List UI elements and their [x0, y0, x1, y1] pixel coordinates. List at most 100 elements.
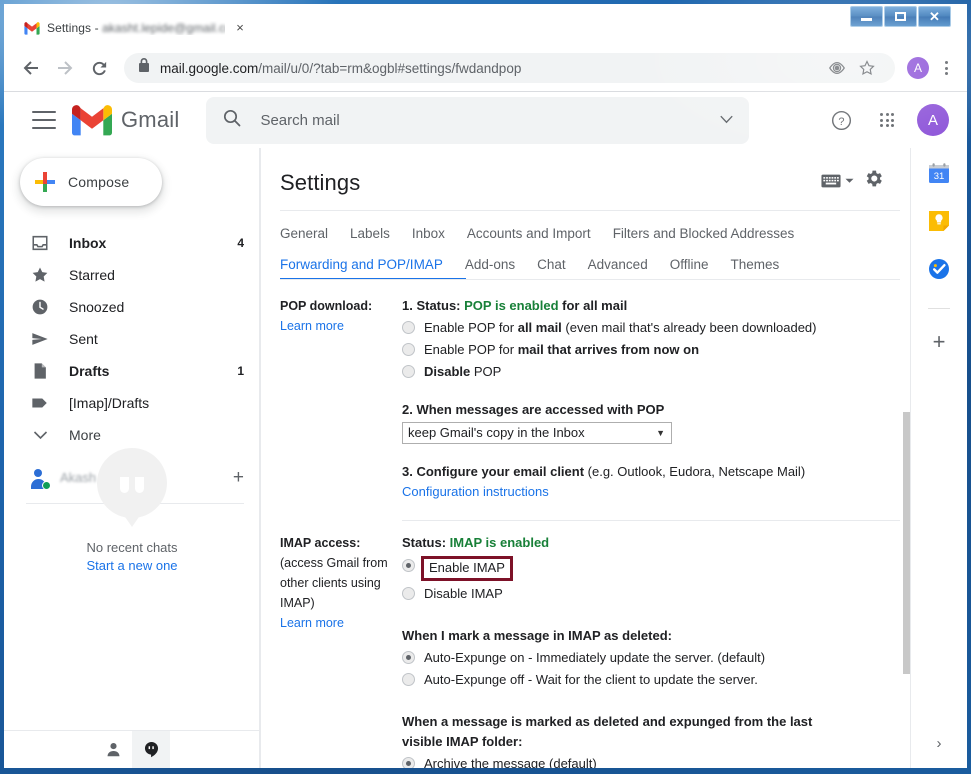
sidebar-item-more[interactable]: More	[4, 419, 260, 451]
gmail-logo-text: Gmail	[121, 107, 180, 132]
pop-option-text: Enable POP for all mail (even mail that'…	[424, 320, 817, 335]
tab-advanced[interactable]: Advanced	[588, 251, 648, 278]
chat-bubble-icon	[97, 448, 167, 527]
sidebar-item-imap-drafts[interactable]: [Imap]/Drafts	[4, 387, 260, 419]
imap-section-label: IMAP access: (access Gmail from other cl…	[280, 533, 402, 768]
tab-offline[interactable]: Offline	[670, 251, 709, 278]
imap-folder-heading-line2: visible IMAP folder:	[402, 734, 523, 749]
help-icon[interactable]: ?	[821, 100, 861, 140]
tab-filters-and-blocked-addresses[interactable]: Filters and Blocked Addresses	[613, 220, 795, 247]
sidebar-label: Sent	[69, 331, 98, 347]
radio-icon[interactable]	[402, 651, 415, 664]
browser-profile-avatar[interactable]: A	[907, 57, 929, 79]
imap-label: IMAP access:	[280, 536, 361, 550]
chat-contacts-tab[interactable]	[94, 731, 132, 769]
sidebar-item-starred[interactable]: Starred	[4, 259, 260, 291]
radio-icon[interactable]	[402, 673, 415, 686]
sidebar-item-sent[interactable]: Sent	[4, 323, 260, 355]
imap-learn-more-link[interactable]: Learn more	[280, 613, 402, 633]
input-tools-button[interactable]	[821, 174, 854, 188]
imap-sub-line-3: IMAP)	[280, 596, 315, 610]
sidebar-item-drafts[interactable]: Drafts 1	[4, 355, 260, 387]
settings-tabs-row-1: General Labels Inbox Accounts and Import…	[260, 220, 910, 247]
pop-access-select[interactable]: keep Gmail's copy in the Inbox ▼	[402, 422, 672, 444]
add-app-button[interactable]: +	[933, 331, 946, 353]
chat-hangouts-tab[interactable]	[132, 730, 170, 768]
sidebar-item-snoozed[interactable]: Snoozed	[4, 291, 260, 323]
imap-option-enable[interactable]: Enable IMAP	[402, 556, 910, 581]
imap-expunge-on[interactable]: Auto-Expunge on - Immediately update the…	[402, 648, 910, 668]
gmail-logo[interactable]: Gmail	[72, 104, 180, 136]
bookmark-star-icon[interactable]	[853, 54, 881, 82]
radio-icon[interactable]	[402, 365, 415, 378]
tab-close-icon[interactable]: ×	[232, 20, 248, 36]
tab-chat[interactable]: Chat	[537, 251, 566, 278]
tab-labels[interactable]: Labels	[350, 220, 390, 247]
tab-general[interactable]: General	[280, 220, 328, 247]
search-bar[interactable]	[206, 96, 750, 144]
imap-expunge-option-text: Auto-Expunge off - Wait for the client t…	[424, 672, 758, 687]
chevron-down-icon: ▼	[656, 428, 665, 438]
browser-tab[interactable]: Settings - akasht.lepide@gmail.co ×	[16, 12, 256, 44]
apps-grid-icon[interactable]	[867, 100, 907, 140]
chat-empty-title: No recent chats	[86, 540, 178, 555]
imap-expunge-off[interactable]: Auto-Expunge off - Wait for the client t…	[402, 670, 910, 690]
radio-icon[interactable]	[402, 559, 415, 572]
section-divider	[402, 520, 900, 521]
radio-icon[interactable]	[402, 343, 415, 356]
radio-icon[interactable]	[402, 587, 415, 600]
google-calendar-icon[interactable]: 31	[928, 162, 950, 184]
google-keep-icon[interactable]	[928, 210, 950, 232]
configuration-instructions-link[interactable]: Configuration instructions	[402, 482, 910, 502]
reading-mode-icon[interactable]	[823, 54, 851, 82]
imap-sub-line-2: other clients using	[280, 576, 381, 590]
back-button[interactable]	[14, 51, 48, 85]
account-avatar[interactable]: A	[917, 104, 949, 136]
sidebar-count: 1	[237, 364, 244, 378]
browser-menu-button[interactable]	[935, 61, 957, 75]
clock-icon	[30, 297, 50, 317]
settings-gear-button[interactable]	[863, 168, 884, 194]
reload-icon	[92, 61, 106, 75]
rail-divider	[928, 308, 950, 309]
forward-button[interactable]	[48, 51, 82, 85]
label-icon	[30, 393, 50, 413]
lock-icon	[138, 58, 150, 78]
tab-add-ons[interactable]: Add-ons	[465, 251, 515, 278]
radio-icon[interactable]	[402, 321, 415, 334]
pop-step2-label: 2. When messages are accessed with POP	[402, 402, 665, 417]
address-bar[interactable]: mail.google.com/mail/u/0/?tab=rm&ogbl#se…	[124, 53, 895, 83]
inbox-icon	[30, 233, 50, 253]
imap-expunge-option-text: Auto-Expunge on - Immediately update the…	[424, 650, 766, 665]
google-tasks-icon[interactable]	[928, 258, 950, 280]
pop-learn-more-link[interactable]: Learn more	[280, 316, 402, 336]
sidebar-label: Drafts	[69, 363, 110, 379]
search-options-caret-icon[interactable]	[720, 111, 734, 129]
pop-status-line: 1. Status: POP is enabled for all mail	[402, 296, 910, 316]
tab-forwarding-and-pop-imap[interactable]: Forwarding and POP/IMAP	[280, 251, 443, 278]
search-input[interactable]	[260, 111, 721, 129]
tab-inbox[interactable]: Inbox	[412, 220, 445, 247]
tab-themes[interactable]: Themes	[730, 251, 779, 278]
reload-button[interactable]	[82, 51, 116, 85]
imap-option-text: Disable IMAP	[424, 586, 503, 601]
imap-option-text: Enable IMAP	[429, 560, 505, 575]
sidebar-label: [Imap]/Drafts	[69, 395, 150, 411]
pop-option-disable[interactable]: Disable POP	[402, 362, 910, 382]
sidebar-item-inbox[interactable]: Inbox 4	[4, 227, 260, 259]
pop-option-from-now-on[interactable]: Enable POP for mail that arrives from no…	[402, 340, 910, 360]
main-menu-button[interactable]	[32, 111, 56, 129]
radio-icon[interactable]	[402, 757, 415, 768]
new-tab-button[interactable]: +	[266, 15, 294, 43]
compose-button[interactable]: Compose	[20, 158, 162, 206]
gmail-favicon-icon	[24, 21, 40, 35]
expand-panel-button[interactable]: ›	[937, 735, 942, 752]
start-new-chat-link[interactable]: Start a new one	[4, 558, 260, 573]
tab-accounts-and-import[interactable]: Accounts and Import	[467, 220, 591, 247]
imap-folder-archive[interactable]: Archive the message (default)	[402, 754, 910, 768]
settings-content: POP download: Learn more 1. Status: POP …	[260, 282, 910, 768]
imap-sub-line-1: (access Gmail from	[280, 556, 388, 570]
imap-option-disable[interactable]: Disable IMAP	[402, 584, 910, 604]
pop-download-section: POP download: Learn more 1. Status: POP …	[280, 282, 910, 521]
pop-option-all-mail[interactable]: Enable POP for all mail (even mail that'…	[402, 318, 910, 338]
